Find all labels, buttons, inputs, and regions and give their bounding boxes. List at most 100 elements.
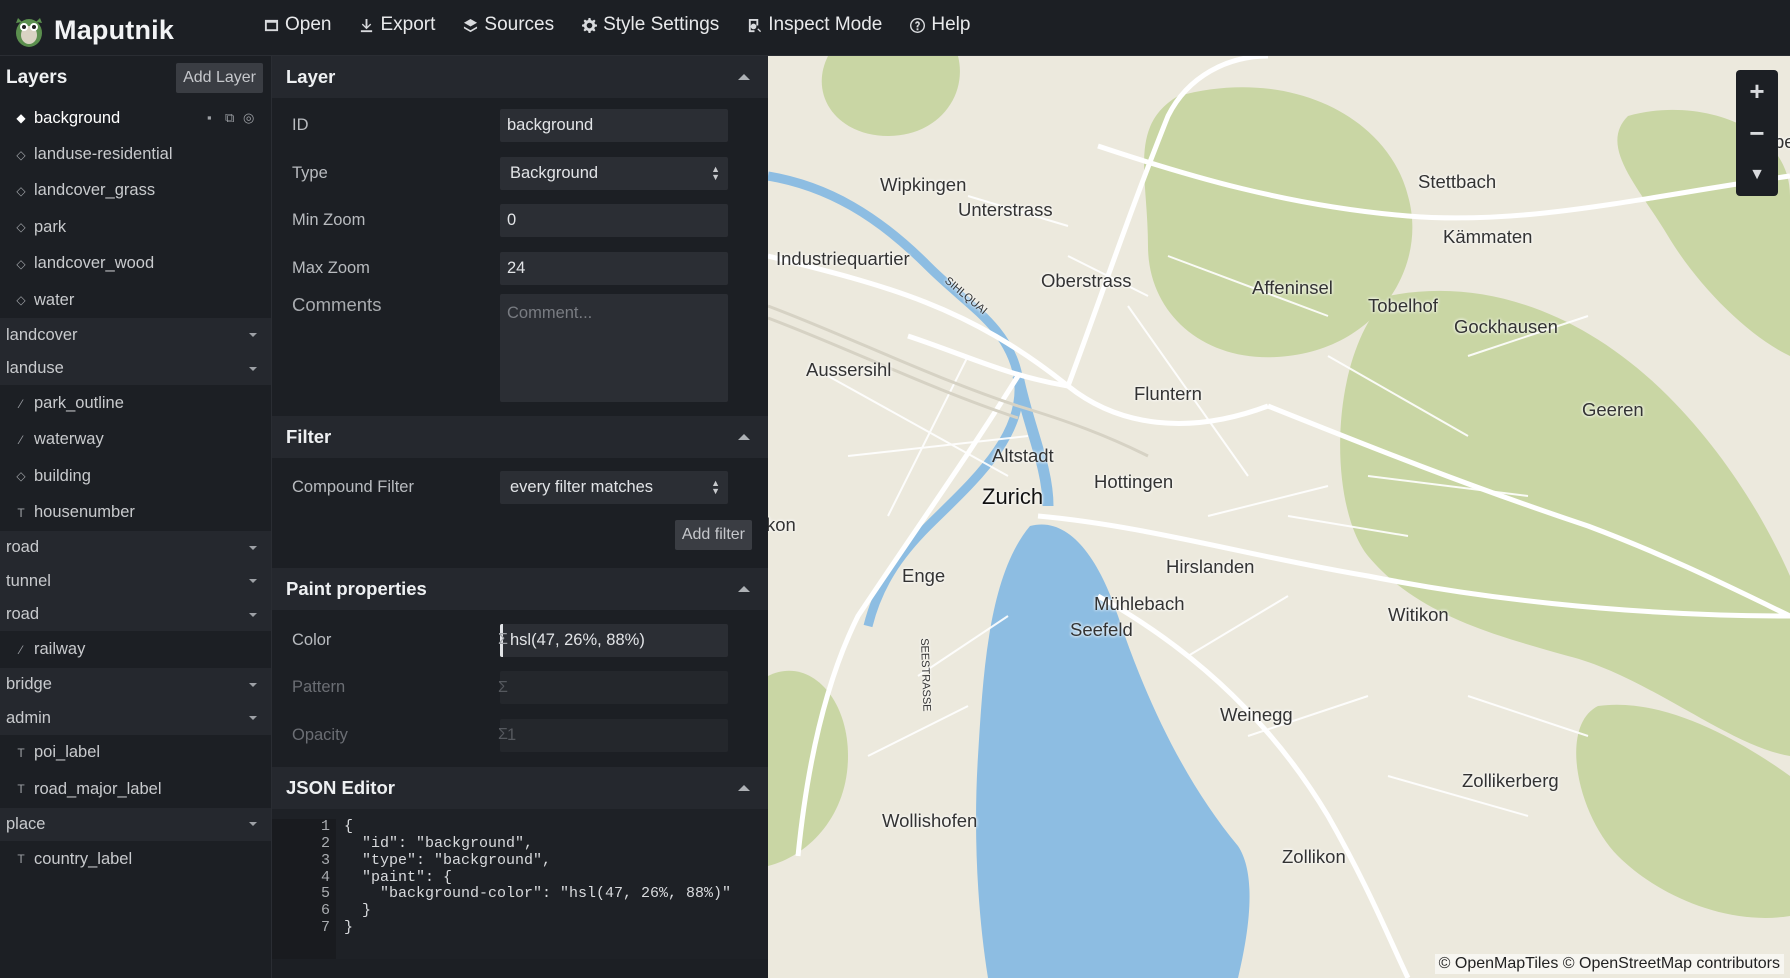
layer-item-park[interactable]: ◇ park — [0, 209, 271, 245]
layer-item-building[interactable]: ◇ building — [0, 458, 271, 494]
select-arrows-icon: ▲ ▼ — [711, 163, 720, 182]
comments-textarea[interactable]: Comment... — [500, 294, 728, 403]
chevron-down-icon[interactable] — [249, 682, 257, 687]
duplicate-icon[interactable]: ⧉ — [225, 110, 239, 126]
fill-icon: ◇ — [16, 220, 26, 235]
layer-group-bridge[interactable]: bridge — [0, 667, 271, 702]
type-select-value: Background — [510, 163, 599, 182]
zoom-out-button[interactable]: − — [1736, 112, 1778, 154]
color-row: Color Σ hsl(47, 26%, 88%) — [272, 616, 768, 664]
layer-section-header[interactable]: Layer — [272, 56, 768, 98]
map-view[interactable]: Wipkingen Unterstrass Stettbach Kämmaten Ind… — [768, 56, 1790, 978]
inspect-mode-button[interactable]: Inspect Mode — [747, 14, 882, 36]
chevron-down-icon[interactable] — [249, 579, 257, 584]
add-layer-button[interactable]: Add Layer — [176, 63, 263, 93]
visibility-icon[interactable]: ◎ — [243, 110, 257, 126]
map-place-label: Gockhausen — [1454, 316, 1558, 337]
map-place-label: Zollikerberg — [1462, 770, 1559, 791]
layer-group-place[interactable]: place — [0, 807, 271, 842]
symbol-icon: T — [17, 505, 25, 520]
add-filter-button[interactable]: Add filter — [674, 520, 752, 551]
zoom-in-button[interactable]: + — [1736, 70, 1778, 112]
symbol-icon: T — [17, 782, 25, 797]
code-line: } — [344, 918, 354, 936]
map-place-label: Hirslanden — [1166, 556, 1255, 577]
layer-item-waterway[interactable]: ⁄ waterway — [0, 422, 271, 458]
map-attribution[interactable]: © OpenMapTiles © OpenStreetMap contribut… — [1434, 954, 1784, 974]
layer-item-housenumber[interactable]: Thousenumber — [0, 495, 271, 531]
map-place-label: Zollikon — [1282, 846, 1346, 867]
sources-button[interactable]: Sources — [463, 14, 554, 36]
layer-item-landcover_wood[interactable]: ◇ landcover_wood — [0, 246, 271, 282]
layer-item-tools: ▪ ⧉ ◎ — [207, 110, 257, 126]
max-zoom-label: Max Zoom — [292, 259, 370, 278]
gear-icon — [582, 17, 598, 33]
help-button[interactable]: Help — [910, 14, 970, 36]
layer-item-country_label[interactable]: Tcountry_label — [0, 841, 271, 877]
layer-list-title: Layers — [6, 67, 68, 88]
filter-actions: Add filter — [272, 516, 768, 568]
line-number-gutter: 1234567 — [272, 818, 336, 960]
open-button[interactable]: Open — [264, 14, 331, 36]
layer-item-landuse-residential[interactable]: ◇ landuse-residential — [0, 136, 271, 172]
json-code-editor[interactable]: 1234567 { "id": "background", "type": "b… — [272, 809, 768, 960]
layer-group-label: landcover — [6, 325, 78, 344]
layer-group-landuse[interactable]: landuse — [0, 351, 271, 386]
fill-icon: ◇ — [16, 293, 26, 308]
style-settings-button[interactable]: Style Settings — [582, 14, 719, 36]
inspect-icon — [749, 18, 762, 32]
layer-item-label: country_label — [34, 849, 133, 868]
layer-group-road[interactable]: road — [0, 597, 271, 632]
json-code-lines[interactable]: { "id": "background", "type": "backgroun… — [336, 819, 756, 959]
layer-item-water[interactable]: ◇ water — [0, 282, 271, 318]
chevron-down-icon[interactable] — [249, 366, 257, 371]
help-icon — [910, 17, 926, 33]
layer-item-park_outline[interactable]: ⁄ park_outline — [0, 385, 271, 421]
map-zoom-controls: + − ▼ — [1736, 70, 1778, 196]
layer-group-admin[interactable]: admin — [0, 701, 271, 735]
compass-icon[interactable]: ▼ — [1736, 154, 1778, 196]
layer-item-railway[interactable]: ⁄ railway — [0, 631, 271, 667]
chevron-down-icon[interactable] — [249, 333, 257, 338]
map-place-label: Seefeld — [1070, 619, 1133, 640]
line-number: 6 — [320, 902, 330, 920]
json-editor-section-header[interactable]: JSON Editor — [272, 767, 768, 810]
sigma-icon[interactable]: Σ — [498, 726, 508, 744]
id-row: ID background — [272, 102, 768, 150]
delete-icon[interactable]: ▪ — [207, 110, 221, 126]
layer-item-label: park — [34, 217, 67, 236]
sigma-icon[interactable]: Σ — [498, 679, 508, 697]
chevron-down-icon[interactable] — [249, 716, 257, 721]
pattern-input[interactable] — [500, 671, 728, 705]
layer-group-road[interactable]: road — [0, 530, 271, 565]
paint-section-header[interactable]: Paint properties — [272, 568, 768, 611]
chevron-down-icon[interactable] — [249, 822, 257, 827]
min-zoom-label: Min Zoom — [292, 211, 366, 230]
filter-section-header[interactable]: Filter — [272, 416, 768, 459]
type-select[interactable]: Background ▲ ▼ — [500, 156, 728, 190]
code-line: "type": "background", — [344, 851, 552, 869]
layer-group-label: landuse — [6, 359, 64, 378]
opacity-input[interactable]: 1 — [500, 718, 728, 752]
layer-group-landcover[interactable]: landcover — [0, 318, 271, 352]
chevron-down-icon[interactable] — [249, 545, 257, 550]
layer-item-poi_label[interactable]: Tpoi_label — [0, 735, 271, 771]
line-number: 5 — [320, 885, 330, 903]
layer-item-road_major_label[interactable]: Troad_major_label — [0, 771, 271, 807]
line-icon: ⁄ — [19, 432, 22, 447]
layer-group-label: road — [6, 538, 40, 557]
layer-group-tunnel[interactable]: tunnel — [0, 564, 271, 598]
min-zoom-input[interactable]: 0 — [500, 204, 728, 238]
color-input[interactable]: hsl(47, 26%, 88%) — [500, 623, 728, 657]
sigma-icon[interactable]: Σ — [498, 631, 508, 649]
layer-item-landcover_grass[interactable]: ◇ landcover_grass — [0, 173, 271, 209]
layer-item-label: housenumber — [34, 503, 135, 522]
layer-item-background[interactable]: ◆ background ▪ ⧉ ◎ — [0, 100, 271, 136]
export-button[interactable]: Export — [359, 14, 435, 36]
max-zoom-input[interactable]: 24 — [500, 252, 728, 286]
compound-filter-select[interactable]: every filter matches ▲ ▼ — [500, 470, 728, 504]
chevron-down-icon[interactable] — [249, 612, 257, 617]
code-line: "paint": { — [344, 868, 453, 886]
min-zoom-row: Min Zoom 0 — [272, 197, 768, 245]
id-input[interactable]: background — [500, 109, 728, 143]
